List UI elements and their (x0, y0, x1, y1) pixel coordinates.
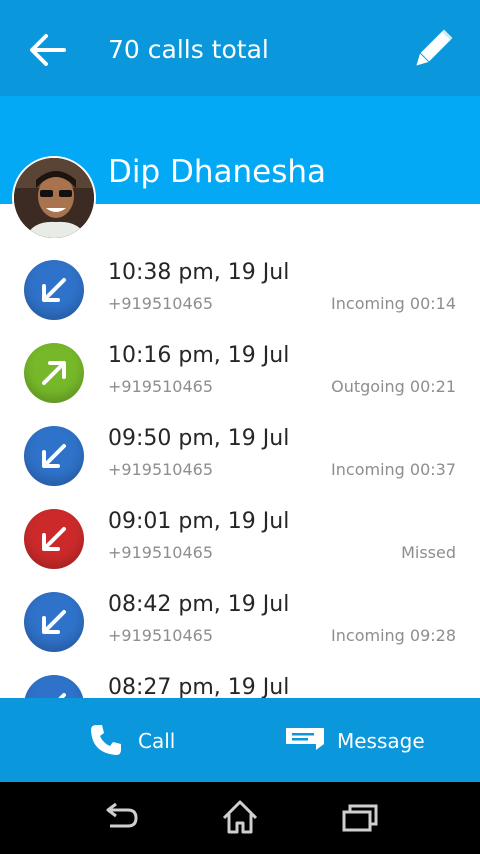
call-time: 09:50 pm, 19 Jul (108, 426, 290, 451)
app-bar: 70 calls total (0, 0, 480, 96)
call-log-row[interactable]: 09:50 pm, 19 Jul +919510465 Incoming 00:… (0, 426, 480, 509)
nav-back-button[interactable] (96, 796, 146, 840)
pencil-icon (416, 29, 453, 66)
call-log-row[interactable]: 08:27 pm, 19 Jul (0, 675, 480, 698)
call-number: +919510465 (108, 377, 214, 396)
call-button[interactable]: Call (86, 698, 206, 782)
incoming-call-icon (24, 592, 84, 652)
call-status: Outgoing 00:21 (331, 377, 456, 396)
call-status: Missed (401, 543, 456, 562)
avatar[interactable] (12, 156, 96, 240)
message-icon (286, 728, 324, 750)
call-number: +919510465 (108, 460, 214, 479)
missed-call-icon (24, 509, 84, 569)
message-button[interactable]: Message (284, 698, 444, 782)
call-time: 08:27 pm, 19 Jul (108, 675, 290, 698)
page-title: 70 calls total (108, 35, 269, 64)
avatar-photo (14, 158, 94, 238)
call-label: Call (138, 729, 176, 753)
home-icon (222, 800, 258, 834)
call-status: Incoming 00:37 (331, 460, 456, 479)
nav-recents-button[interactable] (334, 796, 384, 840)
arrow-left-icon (30, 34, 66, 66)
call-number: +919510465 (108, 626, 214, 645)
call-log-list[interactable]: 10:38 pm, 19 Jul +919510465 Incoming 00:… (0, 204, 480, 698)
call-time: 09:01 pm, 19 Jul (108, 509, 290, 534)
call-status: Incoming 09:28 (331, 626, 456, 645)
call-time: 10:16 pm, 19 Jul (108, 343, 290, 368)
incoming-call-icon (24, 426, 84, 486)
call-number: +919510465 (108, 543, 214, 562)
action-bar: Call Message (0, 698, 480, 782)
call-time: 10:38 pm, 19 Jul (108, 260, 290, 285)
back-icon (106, 802, 138, 828)
incoming-call-icon (24, 260, 84, 320)
call-number: +919510465 (108, 294, 214, 313)
call-time: 08:42 pm, 19 Jul (108, 592, 290, 617)
call-log-row[interactable]: 08:42 pm, 19 Jul +919510465 Incoming 09:… (0, 592, 480, 675)
call-status: Incoming 00:14 (331, 294, 456, 313)
edit-button[interactable] (406, 24, 458, 76)
contact-name: Dip Dhanesha (108, 154, 327, 190)
outgoing-call-icon (24, 343, 84, 403)
recents-icon (342, 804, 378, 832)
back-button[interactable] (22, 24, 74, 76)
call-log-row[interactable]: 09:01 pm, 19 Jul +919510465 Missed (0, 509, 480, 592)
system-nav-bar (0, 782, 480, 854)
nav-home-button[interactable] (215, 796, 265, 840)
call-log-row[interactable]: 10:16 pm, 19 Jul +919510465 Outgoing 00:… (0, 343, 480, 426)
phone-icon (91, 725, 121, 755)
message-label: Message (337, 729, 425, 753)
call-log-row[interactable]: 10:38 pm, 19 Jul +919510465 Incoming 00:… (0, 260, 480, 343)
incoming-call-icon (24, 675, 84, 698)
